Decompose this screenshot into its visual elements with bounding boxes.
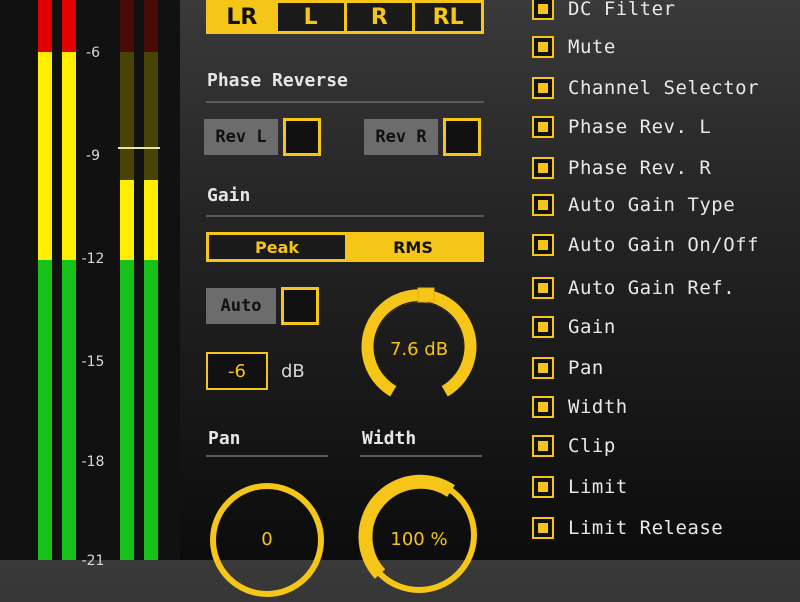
gain-mode-toggle: Peak RMS [206,232,484,262]
checkbox-icon [532,234,554,256]
list-item-dc-filter[interactable]: DC Filter [532,0,675,21]
channel-button-lr[interactable]: LR [209,3,275,31]
meter-bar-right-2 [144,0,158,560]
rev-r-checkbox[interactable] [443,118,481,156]
channel-selector: LR L R RL [206,0,484,34]
divider [206,455,328,457]
checkbox-icon [532,357,554,379]
pan-knob-value: 0 [261,529,273,550]
checkbox-icon [532,277,554,299]
list-item-pan[interactable]: Pan [532,356,604,380]
list-item-label: Clip [568,435,616,457]
channel-button-l[interactable]: L [274,3,344,31]
divider [360,455,482,457]
gain-mode-rms[interactable]: RMS [345,235,481,259]
list-item-label: Limit Release [568,517,724,539]
checkbox-icon [532,476,554,498]
list-item-label: Mute [568,36,616,58]
width-title: Width [362,428,417,449]
list-item-channel-selector[interactable]: Channel Selector [532,76,759,100]
list-item-gain[interactable]: Gain [532,315,616,339]
list-item-label: Channel Selector [568,77,760,99]
list-item-label: Limit [568,476,628,498]
checkbox-icon [532,517,554,539]
list-item-label: DC Filter [568,0,676,20]
gain-target-unit: dB [281,361,305,382]
list-item-label: Phase Rev. R [568,157,712,179]
peak-hold-line [118,147,160,149]
checkbox-icon [532,157,554,179]
checkbox-icon [532,36,554,58]
list-item-label: Auto Gain Ref. [568,277,736,299]
checkbox-icon [532,396,554,418]
list-item-mute[interactable]: Mute [532,35,616,59]
gain-mode-peak[interactable]: Peak [209,235,345,259]
rev-l-button[interactable]: Rev L [204,119,278,155]
meter-tick: -18 [81,454,105,470]
channel-button-rl[interactable]: RL [412,3,481,31]
list-item-label: Auto Gain On/Off [568,234,760,256]
rev-l-checkbox[interactable] [283,118,321,156]
divider [206,215,484,217]
list-item-label: Phase Rev. L [568,116,712,138]
checkbox-icon [532,116,554,138]
gain-title: Gain [207,185,251,206]
channel-button-r[interactable]: R [343,3,413,31]
gain-knob-value: 7.6 dB [389,339,449,360]
list-item-limit[interactable]: Limit [532,475,628,499]
checkbox-icon [532,194,554,216]
meter-bar-right-1 [120,0,134,560]
list-item-auto-gain-type[interactable]: Auto Gain Type [532,193,735,217]
rev-r-button[interactable]: Rev R [364,119,438,155]
meter-tick: -15 [81,354,105,370]
divider [206,101,484,103]
checkbox-icon [532,316,554,338]
list-item-phase-rev-r[interactable]: Phase Rev. R [532,156,711,180]
list-item-label: Auto Gain Type [568,194,736,216]
knob-pointer [417,287,435,303]
meter-bar-left-1 [38,0,52,560]
checkbox-icon [532,0,554,20]
list-item-auto-gain-onoff[interactable]: Auto Gain On/Off [532,233,759,257]
meter-tick: -9 [86,148,100,164]
list-item-auto-gain-ref[interactable]: Auto Gain Ref. [532,276,735,300]
meter-bar-left-2 [62,0,76,560]
meter-tick: -6 [86,45,100,61]
meter-tick: -12 [81,251,105,267]
checkbox-icon [532,435,554,457]
list-item-width[interactable]: Width [532,395,628,419]
auto-gain-checkbox[interactable] [281,287,319,325]
checkbox-icon [532,77,554,99]
meter-tick: -21 [81,553,105,569]
list-item-limit-release[interactable]: Limit Release [532,516,723,540]
list-item-clip[interactable]: Clip [532,434,616,458]
list-item-label: Gain [568,316,616,338]
phase-reverse-title: Phase Reverse [207,70,348,91]
list-item-phase-rev-l[interactable]: Phase Rev. L [532,115,711,139]
width-knob-value: 100 % [390,529,448,550]
list-item-label: Width [568,396,628,418]
list-item-label: Pan [568,357,604,379]
pan-title: Pan [208,428,241,449]
gain-target-field[interactable]: -6 [206,352,268,390]
auto-gain-button[interactable]: Auto [206,288,276,324]
